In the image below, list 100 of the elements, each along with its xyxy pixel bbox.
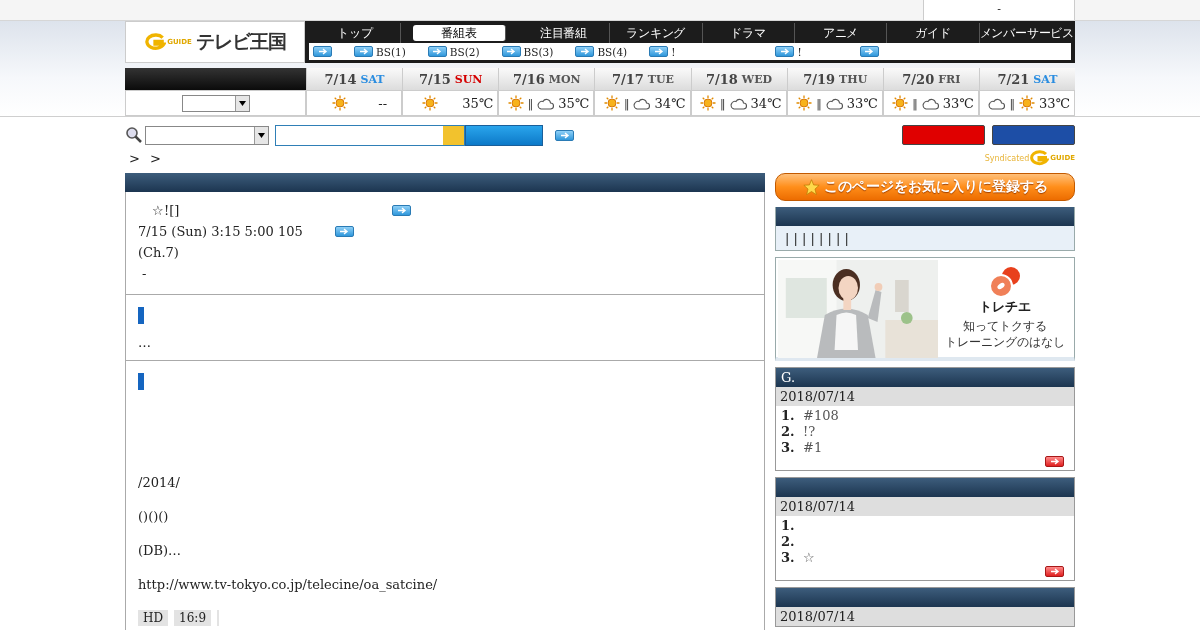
date-tab[interactable]: 7/18 WED [691, 68, 787, 91]
nav-tab[interactable]: メンバーサービス [979, 23, 1071, 43]
ranking-item[interactable]: !? [803, 424, 816, 440]
sun-icon [332, 95, 349, 111]
caret-icon [238, 100, 246, 106]
nav-link[interactable]: BS(1) [376, 45, 406, 58]
ranking-date: 2018/07/14 [776, 387, 1074, 406]
ranking-title: G. [781, 370, 796, 385]
rank-number: 2. [781, 424, 795, 440]
section-marker [138, 373, 144, 390]
go-button[interactable] [555, 129, 574, 141]
go-button[interactable] [427, 46, 447, 57]
date-tab[interactable]: 7/19 THU [787, 68, 883, 91]
go-button[interactable] [649, 46, 669, 57]
date-tab[interactable]: 7/20 FRI [883, 68, 979, 91]
arrow-icon [864, 48, 875, 55]
cloud-icon [921, 96, 939, 110]
category-select[interactable] [145, 125, 269, 145]
cloud-icon [988, 96, 1006, 110]
arrow-icon [396, 207, 407, 214]
ranking-item[interactable]: #1 [803, 440, 823, 456]
date-tab[interactable]: 7/16 MON [499, 68, 595, 91]
ad-brand: トレチエ [979, 298, 1031, 316]
color-button[interactable] [902, 125, 985, 145]
nav-tab[interactable]: 番組表 [413, 25, 506, 41]
more-button[interactable] [1045, 456, 1064, 467]
nav-link[interactable]: BS(2) [449, 45, 480, 58]
arrow-icon [653, 48, 664, 55]
go-button[interactable] [334, 226, 354, 237]
genre-links[interactable]: | | | | | | | | [776, 226, 1074, 250]
program-schedule: 7/15 (Sun) 3:15 5:00 105 [138, 224, 303, 239]
go-button[interactable] [354, 46, 373, 57]
go-button[interactable] [575, 46, 595, 57]
temperature: 33℃ [942, 95, 974, 111]
go-button[interactable] [501, 46, 521, 57]
ad-text: トレーニングのはなし [945, 334, 1065, 350]
channel-label: (Ch.7) [138, 245, 179, 260]
temperature: 34℃ [750, 95, 782, 111]
search-field[interactable] [275, 124, 465, 146]
rank-number: 1. [781, 408, 795, 424]
temperature: 33℃ [846, 95, 878, 111]
area-select[interactable] [181, 94, 250, 112]
date-tab[interactable]: 7/17 TUE [595, 68, 691, 91]
nav-link[interactable]: BS(4) [597, 45, 628, 58]
program-title: ☆![] [151, 203, 181, 218]
cloud-icon [633, 96, 651, 110]
date-tab[interactable]: 7/21 SAT [979, 68, 1075, 91]
temperature: 35℃ [462, 95, 494, 111]
ranking-item[interactable]: ☆ [803, 550, 815, 566]
sun-icon [796, 95, 813, 111]
format-tag: 16:9 [174, 610, 212, 626]
arrow-icon [339, 228, 350, 235]
nav-link[interactable]: ! [797, 45, 802, 58]
date-tab[interactable]: 7/14 SAT [307, 68, 403, 91]
program-note: - [141, 266, 147, 281]
search-button[interactable] [465, 124, 543, 146]
separator: ‖ [912, 96, 918, 110]
temperature: 34℃ [654, 95, 686, 111]
separator: ‖ [527, 96, 534, 110]
go-button[interactable] [775, 46, 795, 57]
date-tab[interactable]: 7/15 SUN [403, 68, 499, 91]
rank-number: 1. [781, 518, 795, 534]
temperature: 33℃ [1038, 95, 1070, 111]
cloud-icon [537, 96, 555, 110]
separator: ‖ [623, 96, 630, 110]
breadcrumb-separator: > [149, 150, 161, 166]
cloud-icon [825, 96, 843, 110]
arrow-icon [506, 48, 517, 55]
arrow-icon [779, 48, 790, 55]
go-button[interactable] [313, 46, 332, 57]
temperature: -- [378, 95, 388, 111]
separator: ‖ [720, 96, 726, 110]
rank-number: 3. [781, 550, 795, 566]
sun-icon [603, 95, 620, 111]
section-marker [138, 307, 144, 324]
rank-number: 2. [781, 534, 795, 550]
more-button[interactable] [1045, 566, 1064, 577]
nav-link[interactable]: BS(3) [523, 45, 554, 58]
color-button[interactable] [992, 125, 1075, 145]
rank-number: 3. [781, 440, 795, 456]
sun-icon [422, 95, 439, 111]
description-text: (DB)… [138, 542, 183, 560]
nav-link[interactable]: ! [671, 45, 676, 58]
arrow-icon [1049, 568, 1060, 575]
ad-text: 知ってトクする [963, 318, 1047, 334]
separator: ‖ [816, 96, 822, 110]
description-text: http://www.tv-tokyo.co.jp/telecine/oa_satcine/ [138, 576, 439, 594]
ranking-date: 2018/07/14 [776, 607, 1074, 626]
go-button[interactable] [859, 46, 879, 57]
go-button[interactable] [392, 205, 411, 216]
arrow-icon [559, 131, 570, 139]
sun-icon [892, 95, 909, 111]
arrow-icon [432, 48, 443, 55]
search-icon [125, 126, 143, 144]
ranking-item[interactable]: #108 [803, 408, 839, 424]
syndicated-label: Syndicated [984, 153, 1030, 163]
description-text: ()()() [138, 508, 170, 526]
sun-icon [507, 95, 524, 111]
arrow-icon [579, 48, 590, 55]
account-box: - [923, 0, 1075, 20]
